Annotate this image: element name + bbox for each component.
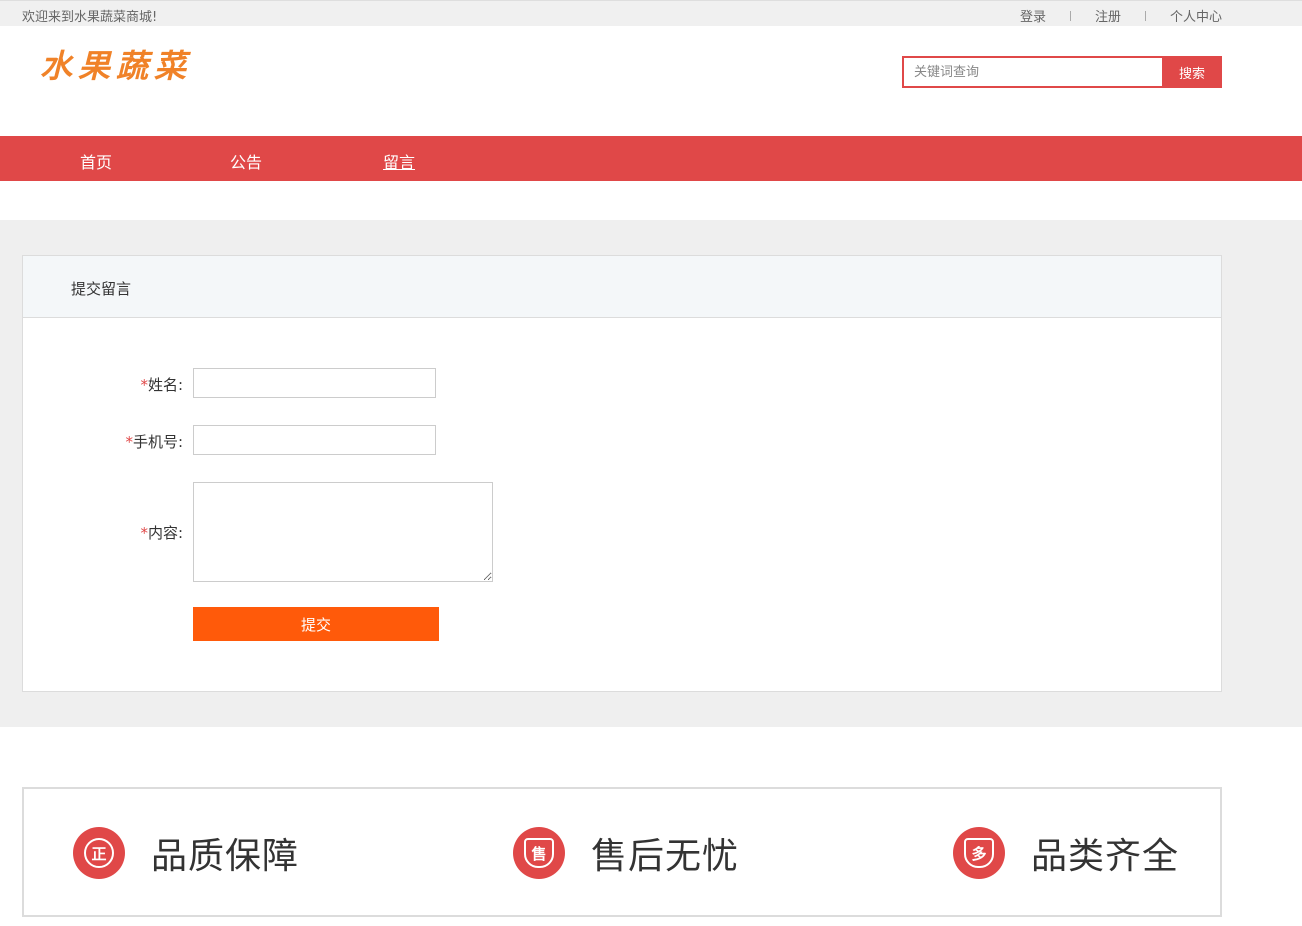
- user-center-link[interactable]: 个人中心: [1170, 6, 1222, 25]
- feature-label: 售后无忧: [591, 836, 740, 877]
- nav-item-home[interactable]: 首页: [80, 149, 112, 173]
- phone-field[interactable]: [193, 425, 436, 455]
- required-mark: *: [140, 376, 148, 394]
- top-bar: 欢迎来到水果蔬菜商城! 登录 注册 个人中心: [0, 0, 1302, 26]
- nav-item-message[interactable]: 留言: [383, 149, 415, 173]
- message-form-panel: 提交留言 *姓名: *手机号: *内容: 提交: [22, 255, 1222, 692]
- name-field[interactable]: [193, 368, 436, 398]
- register-link[interactable]: 注册: [1095, 6, 1121, 25]
- feature-after-sales: 售 售后无忧: [513, 827, 739, 879]
- main-area: 提交留言 *姓名: *手机号: *内容: 提交: [0, 220, 1302, 727]
- variety-icon: 多: [953, 827, 1005, 879]
- site-logo[interactable]: 水果蔬菜: [40, 46, 192, 86]
- content-label: *内容:: [140, 524, 183, 542]
- welcome-text: 欢迎来到水果蔬菜商城!: [22, 10, 158, 25]
- search-input[interactable]: [902, 56, 1162, 88]
- required-mark: *: [125, 433, 133, 451]
- feature-quality: 正 品质保障: [73, 827, 299, 879]
- search-button[interactable]: 搜索: [1162, 56, 1222, 88]
- divider: [1069, 10, 1071, 21]
- shield-icon: 售: [513, 827, 565, 879]
- feature-label: 品质保障: [151, 836, 300, 877]
- main-nav: 首页 公告 留言: [0, 136, 1302, 181]
- certified-icon: 正: [73, 827, 125, 879]
- content-textarea[interactable]: [193, 482, 493, 582]
- search-bar: 搜索: [902, 56, 1222, 88]
- login-link[interactable]: 登录: [1020, 6, 1046, 25]
- feature-variety: 多 品类齐全: [953, 827, 1179, 879]
- top-links: 登录 注册 个人中心: [1020, 6, 1222, 25]
- nav-item-notice[interactable]: 公告: [230, 149, 262, 173]
- divider: [1144, 10, 1146, 21]
- panel-title: 提交留言: [71, 280, 132, 298]
- phone-label: *手机号:: [125, 433, 183, 451]
- features-bar: 正 品质保障 售 售后无忧 多 品类齐全: [22, 787, 1222, 917]
- panel-header: 提交留言: [23, 256, 1221, 318]
- name-label: *姓名:: [140, 376, 183, 394]
- submit-button[interactable]: 提交: [193, 607, 439, 641]
- feature-label: 品类齐全: [1031, 836, 1180, 877]
- required-mark: *: [140, 524, 148, 542]
